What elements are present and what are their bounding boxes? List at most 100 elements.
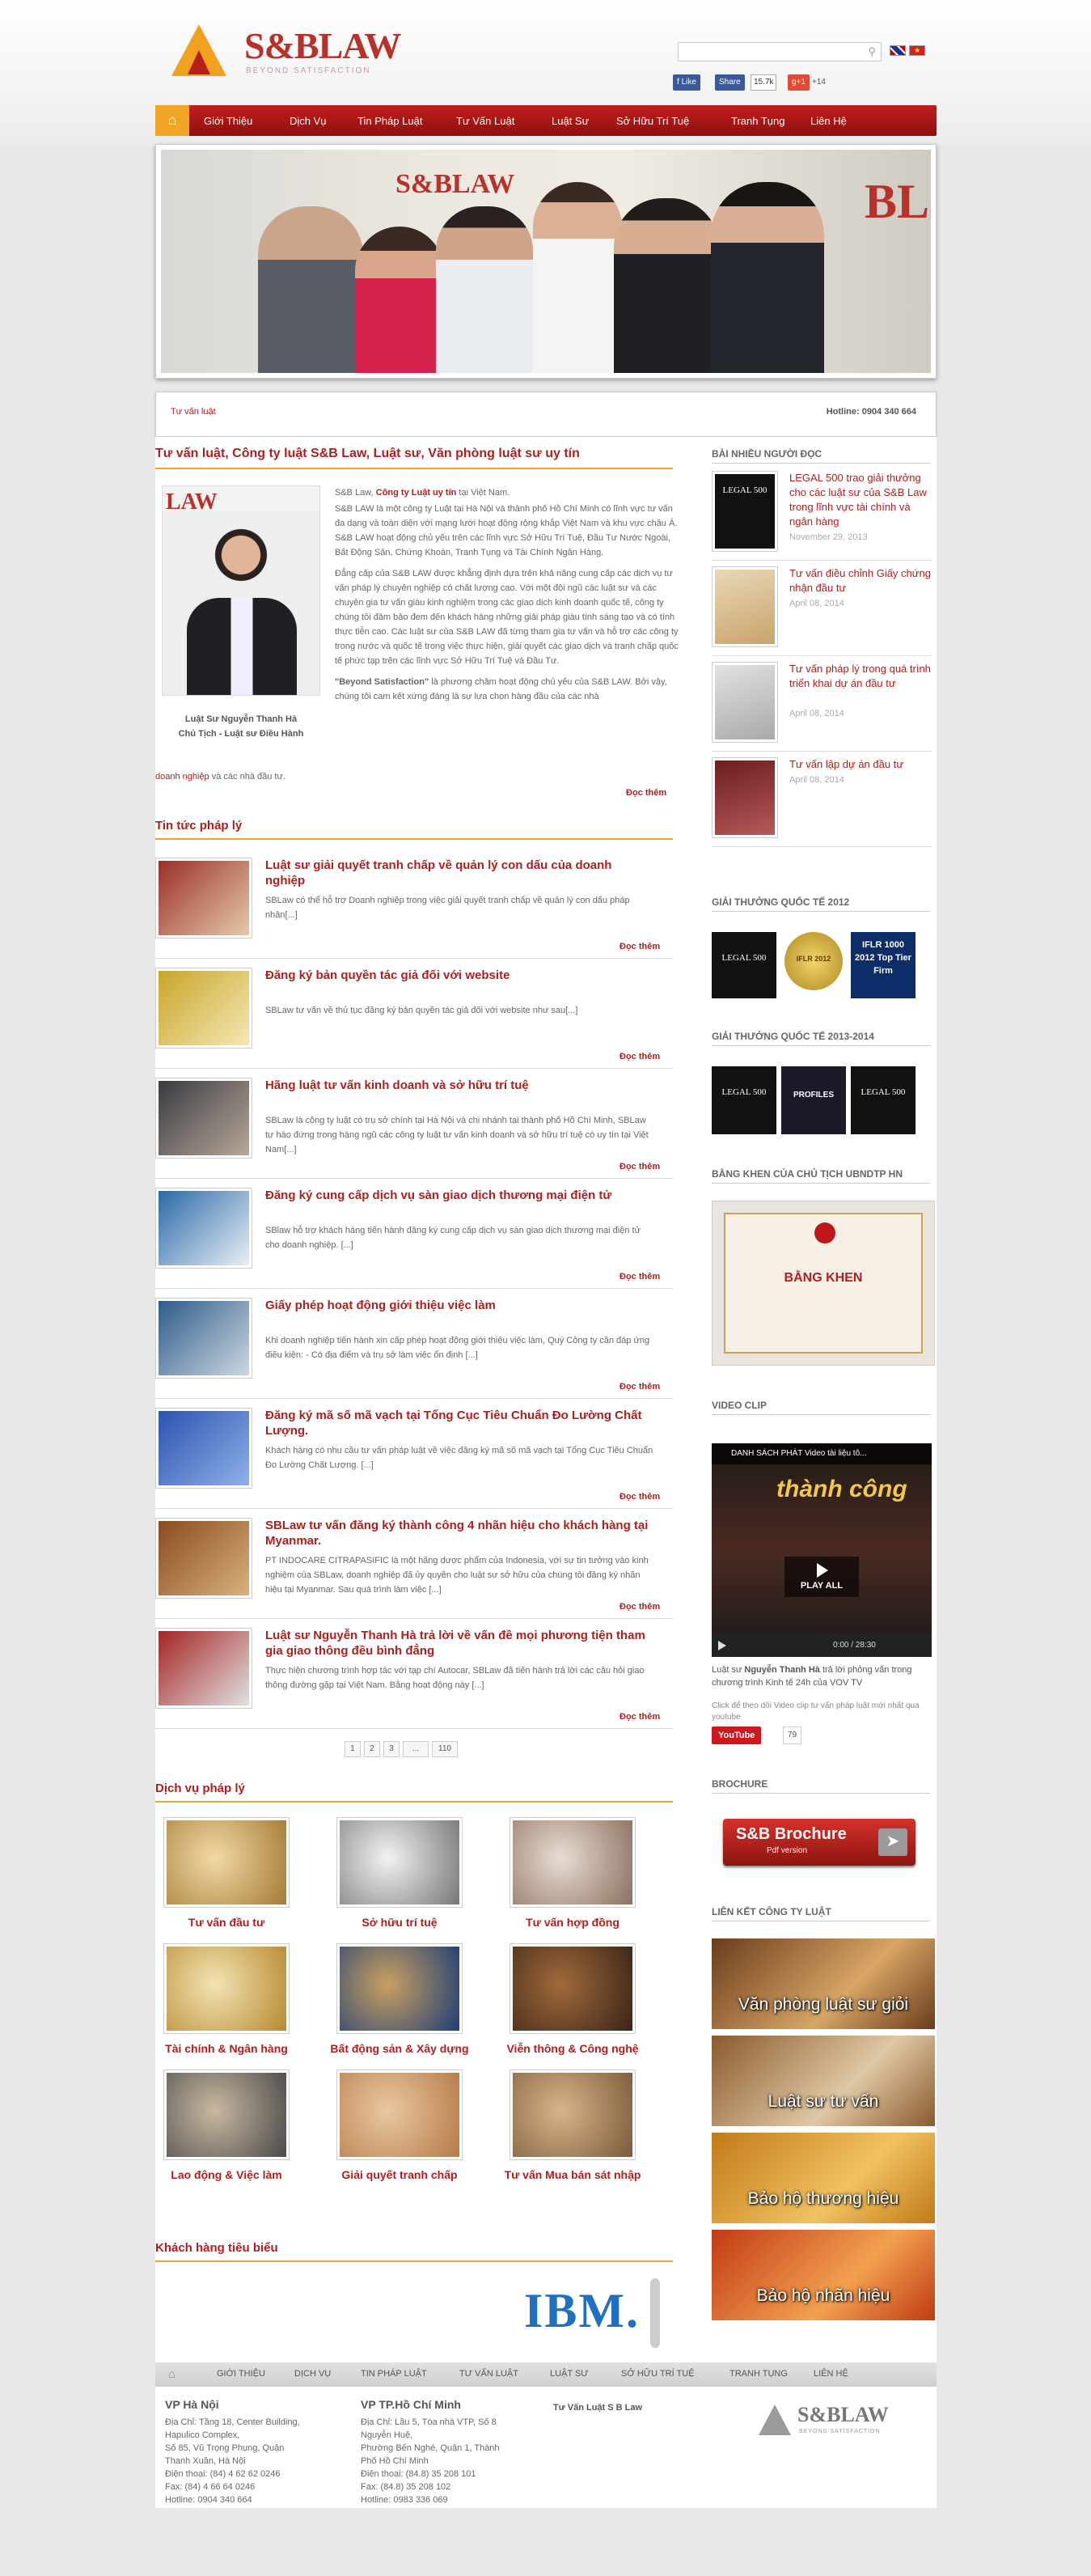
news-thumbnail[interactable] <box>155 1078 252 1159</box>
page-link[interactable]: 3 <box>383 1741 400 1757</box>
nav-luat-su[interactable]: Luật Sư <box>552 115 589 127</box>
service-image[interactable] <box>510 1943 636 2034</box>
news-thumbnail[interactable] <box>155 1518 252 1599</box>
news-thumbnail[interactable] <box>155 968 252 1049</box>
intro-read-more[interactable]: Đọc thêm <box>626 788 666 798</box>
news-read-more[interactable]: Đọc thêm <box>620 1052 660 1061</box>
vietnam-flag-icon[interactable]: ★ <box>909 45 925 56</box>
news-thumbnail[interactable] <box>155 1298 252 1379</box>
service-label[interactable]: Tài chính & Ngân hàng <box>139 2042 314 2055</box>
service-label[interactable]: Sở hữu trí tuệ <box>312 1916 487 1929</box>
footer-nav-dich-vu[interactable]: DỊCH VỤ <box>294 2369 331 2379</box>
footer-nav-luat-su[interactable]: LUẬT SƯ <box>550 2369 589 2379</box>
news-read-more[interactable]: Đọc thêm <box>620 1492 660 1502</box>
youtube-button[interactable]: YouTube <box>712 1727 762 1744</box>
news-read-more[interactable]: Đọc thêm <box>620 1712 660 1722</box>
news-title[interactable]: Hãng luật tư vấn kinh doanh và sở hữu tr… <box>265 1078 653 1093</box>
news-title[interactable]: Giấy phép hoạt động giới thiệu việc làm <box>265 1298 653 1313</box>
popular-title[interactable]: Tư vấn điều chỉnh Giấy chứng nhận đầu tư <box>789 566 932 595</box>
client-logo-ibm[interactable]: IBM. <box>524 2278 662 2351</box>
news-thumbnail[interactable] <box>155 1408 252 1489</box>
news-thumbnail[interactable] <box>155 1628 252 1709</box>
footer-nav-tin-phap-luat[interactable]: TIN PHÁP LUẬT <box>361 2369 427 2379</box>
news-title[interactable]: Đăng ký cung cấp dịch vụ sàn giao dịch t… <box>265 1188 653 1203</box>
news-title[interactable]: Đăng ký mã số mã vạch tại Tổng Cục Tiêu … <box>265 1408 653 1438</box>
service-label[interactable]: Bất động sản & Xây dựng <box>312 2042 487 2055</box>
english-flag-icon[interactable] <box>890 45 906 56</box>
site-logo[interactable]: S&BLAW BEYOND SATISFACTION <box>155 0 401 89</box>
footer-nav-tranh-tung[interactable]: TRANH TỤNG <box>729 2369 788 2379</box>
news-title[interactable]: Đăng ký bản quyền tác giả đối với websit… <box>265 968 653 983</box>
page-link[interactable]: 2 <box>364 1741 380 1757</box>
service-label[interactable]: Tư vấn hợp đồng <box>485 1916 660 1929</box>
footer-nav-lien-he[interactable]: LIÊN HỆ <box>814 2369 848 2379</box>
breadcrumb[interactable]: Tư vấn luật <box>171 407 216 417</box>
popular-thumbnail[interactable]: LEGAL 500 <box>712 471 778 552</box>
law-link-banner[interactable]: Văn phòng luật sư giỏi <box>712 1938 935 2029</box>
award-profiles[interactable]: PROFILES <box>781 1066 846 1134</box>
footer-logo[interactable]: S&BLAW BEYOND SATISFACTION <box>759 2398 920 2447</box>
nav-tu-van-luat[interactable]: Tư Vấn Luật <box>456 115 514 127</box>
service-image[interactable] <box>163 2070 290 2160</box>
intro-p1-link[interactable]: Công ty Luật uy tín <box>376 488 457 498</box>
facebook-like-button[interactable]: f Like <box>673 74 700 91</box>
search-icon[interactable]: ⚲ <box>868 45 876 58</box>
nav-gioi-thieu[interactable]: Giới Thiệu <box>204 115 252 127</box>
footer-nav-so-huu-tri-tue[interactable]: SỞ HỮU TRÍ TUỆ <box>621 2369 695 2379</box>
nav-so-huu-tri-tue[interactable]: Sở Hữu Trí Tuệ <box>616 115 689 127</box>
service-image[interactable] <box>336 2070 463 2160</box>
play-all-button[interactable]: PLAY ALL <box>784 1557 859 1597</box>
news-read-more[interactable]: Đọc thêm <box>620 1382 660 1392</box>
service-label[interactable]: Tư vấn Mua bán sát nhập <box>485 2168 660 2181</box>
news-read-more[interactable]: Đọc thêm <box>620 1602 660 1612</box>
nav-tranh-tung[interactable]: Tranh Tụng <box>731 115 785 127</box>
service-label[interactable]: Viễn thông & Công nghệ <box>485 2042 660 2055</box>
popular-title[interactable]: Tư vấn lập dự án đầu tư <box>789 757 932 772</box>
service-image[interactable] <box>163 1817 290 1908</box>
home-icon[interactable]: ⌂ <box>155 105 189 136</box>
footer-nav-tu-van-luat[interactable]: TƯ VẤN LUẬT <box>459 2369 518 2379</box>
page-link[interactable]: 110 <box>432 1741 458 1757</box>
popular-thumbnail[interactable] <box>712 566 778 647</box>
news-title[interactable]: Luật sư giải quyết tranh chấp về quản lý… <box>265 858 653 888</box>
popular-title[interactable]: LEGAL 500 trao giải thưởng cho các luật … <box>789 471 932 529</box>
service-image[interactable] <box>336 1943 463 2034</box>
footer-home-icon[interactable]: ⌂ <box>168 2367 175 2381</box>
video-player[interactable]: DANH SÁCH PHÁT Video tài liệu tô... thàn… <box>712 1443 932 1657</box>
award-legal500-2014[interactable]: LEGAL 500 <box>851 1066 916 1134</box>
popular-title[interactable]: Tư vấn pháp lý trong quá trình triển kha… <box>789 662 932 691</box>
law-link-banner[interactable]: Bảo hộ thương hiệu <box>712 2133 935 2223</box>
facebook-share-button[interactable]: Share <box>715 74 745 91</box>
news-read-more[interactable]: Đọc thêm <box>620 1162 660 1171</box>
intro-p5-link[interactable]: doanh nghiệp <box>155 772 209 782</box>
news-title[interactable]: SBLaw tư vấn đăng ký thành công 4 nhãn h… <box>265 1518 653 1549</box>
nav-lien-he[interactable]: Liên Hệ <box>810 115 847 127</box>
award-iflr1000[interactable]: IFLR 1000 2012 Top Tier Firm <box>851 932 916 998</box>
service-image[interactable] <box>510 2070 636 2160</box>
service-label[interactable]: Tư vấn đầu tư <box>139 1916 314 1929</box>
footer-nav-gioi-thieu[interactable]: GIỚI THIỆU <box>217 2369 265 2379</box>
search-input[interactable] <box>679 43 856 61</box>
google-plus-button[interactable]: g+1 <box>788 74 810 91</box>
video-play-icon[interactable] <box>718 1641 726 1650</box>
news-thumbnail[interactable] <box>155 1188 252 1269</box>
law-link-banner[interactable]: Luật sư tư vấn <box>712 2036 935 2126</box>
award-legal500-2013[interactable]: LEGAL 500 <box>712 1066 776 1134</box>
client-scrollbar[interactable] <box>650 2278 660 2348</box>
award-iflr-medal[interactable]: IFLR 2012 <box>784 932 843 990</box>
nav-dich-vu[interactable]: Dịch Vụ <box>290 115 327 127</box>
service-label[interactable]: Giải quyết tranh chấp <box>312 2168 487 2181</box>
service-image[interactable] <box>163 1943 290 2034</box>
service-label[interactable]: Lao động & Việc làm <box>139 2168 314 2181</box>
news-read-more[interactable]: Đọc thêm <box>620 942 660 951</box>
award-legal500-2012[interactable]: LEGAL 500 <box>712 932 776 998</box>
law-link-banner[interactable]: Bảo hộ nhãn hiệu <box>712 2230 935 2320</box>
popular-thumbnail[interactable] <box>712 662 778 743</box>
service-image[interactable] <box>336 1817 463 1908</box>
brochure-button[interactable]: S&B Brochure Pdf version ➤ <box>723 1819 916 1866</box>
service-image[interactable] <box>510 1817 636 1908</box>
news-read-more[interactable]: Đọc thêm <box>620 1272 660 1282</box>
popular-thumbnail[interactable] <box>712 757 778 838</box>
news-thumbnail[interactable] <box>155 858 252 938</box>
page-link[interactable]: 1 <box>345 1741 361 1757</box>
